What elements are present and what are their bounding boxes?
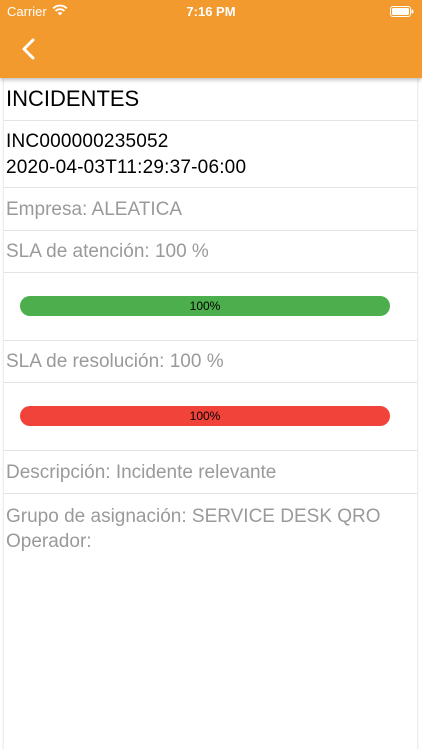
descripcion-text: Descripción: Incidente relevante (6, 462, 277, 483)
navigation-bar: Carrier 7:16 PM (0, 0, 422, 78)
clock: 7:16 PM (186, 4, 236, 19)
grupo-text: Grupo de asignación: SERVICE DESK QRO (6, 506, 381, 527)
sla-resolucion-progress-bar: 100% (20, 406, 390, 426)
incident-card: INCIDENTES INC000000235052 2020-04-03T11… (4, 78, 417, 750)
sla-resolucion-row: SLA de resolución: 100 % (4, 340, 417, 382)
section-title: INCIDENTES (6, 86, 140, 111)
chevron-left-icon (22, 38, 35, 60)
incident-timestamp: 2020-04-03T11:29:37-06:00 (6, 157, 247, 178)
back-button[interactable] (12, 32, 46, 66)
sla-atencion-progress-row: 100% (4, 272, 417, 340)
sla-resolucion-label: SLA de resolución: 100 % (6, 351, 224, 372)
grupo-row: Grupo de asignación: SERVICE DESK QRO Op… (4, 493, 417, 573)
sla-atencion-label: SLA de atención: 100 % (6, 241, 209, 262)
sla-resolucion-progress-row: 100% (4, 382, 417, 450)
sla-atencion-progress-bar: 100% (20, 296, 390, 316)
status-bar: Carrier 7:16 PM (0, 0, 422, 22)
descripcion-row: Descripción: Incidente relevante (4, 450, 417, 493)
empresa-row: Empresa: ALEATICA (4, 187, 417, 230)
operador-text: Operador: (6, 531, 92, 552)
sla-resolucion-progress-text: 100% (189, 409, 221, 423)
battery-icon (390, 6, 414, 17)
incident-id-row[interactable]: INC000000235052 2020-04-03T11:29:37-06:0… (4, 120, 417, 187)
empresa-text: Empresa: ALEATICA (6, 199, 182, 220)
sla-atencion-row: SLA de atención: 100 % (4, 230, 417, 272)
incident-number: INC000000235052 (6, 131, 169, 152)
sla-atencion-progress-text: 100% (189, 299, 221, 313)
